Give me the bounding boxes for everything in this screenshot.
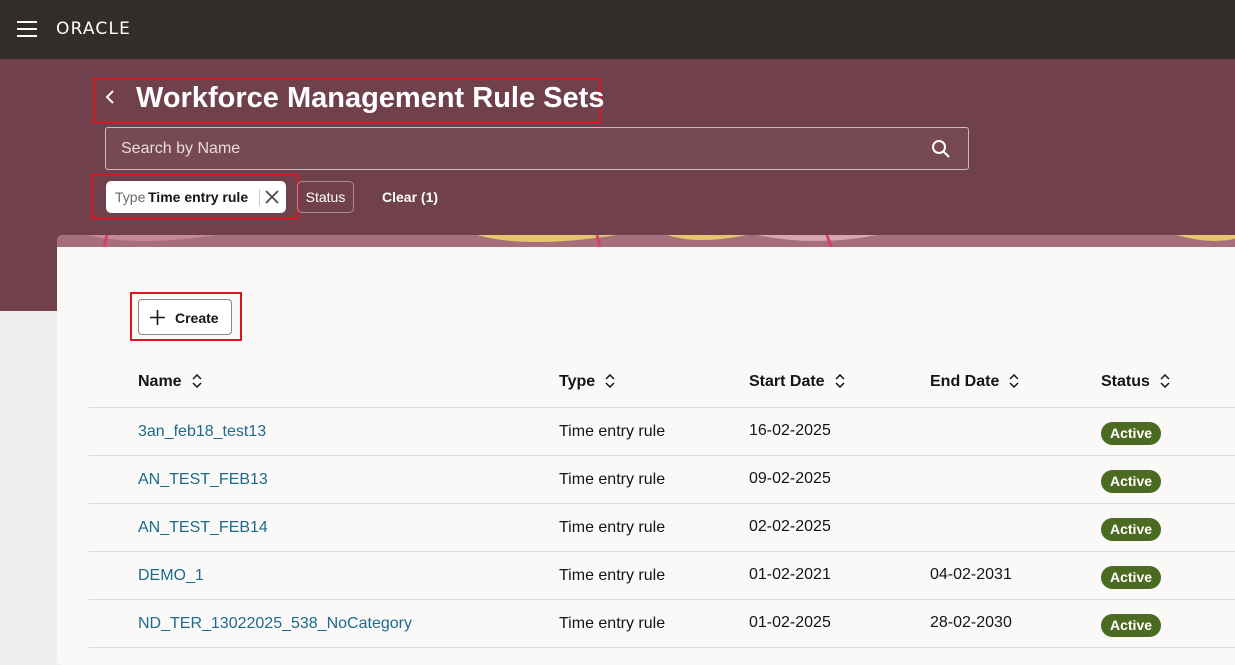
status-badge: Active [1101,518,1162,541]
create-button-label: Create [175,310,219,326]
status-filter-button[interactable]: Status [297,181,354,213]
column-header-start-date[interactable]: Start Date [749,372,845,392]
start-date-cell: 02-02-2025 [749,518,831,535]
type-cell: Time entry rule [559,423,666,440]
sort-icon [1160,374,1170,388]
search-box [105,127,969,170]
rule-set-name-link[interactable]: DEMO_1 [138,566,204,586]
results-card: Create Name Type Start Date End Date Sta… [57,235,1235,665]
create-button[interactable]: Create [138,299,232,335]
start-date-cell: 09-02-2025 [749,470,831,487]
table-row[interactable]: ND_TER_13022025_538_NoCategory Time entr… [89,600,1235,648]
oracle-logo[interactable]: ORACLE [56,19,131,39]
status-badge: Active [1101,566,1162,589]
table-row[interactable]: AN_TEST_FEB13 Time entry rule 09-02-2025… [89,456,1235,504]
table-row[interactable]: AN_TEST_FEB14 Time entry rule 02-02-2025… [89,504,1235,552]
sort-icon [192,374,202,388]
status-badge: Active [1101,422,1162,445]
start-date-cell: 01-02-2021 [749,566,831,583]
rule-set-name-link[interactable]: 3an_feb18_test13 [138,422,266,442]
end-date-cell: 04-02-2031 [930,566,1012,583]
menu-icon[interactable] [17,21,37,37]
page-title: Workforce Management Rule Sets [136,82,605,114]
status-badge: Active [1101,614,1162,637]
column-header-status[interactable]: Status [1101,372,1170,392]
start-date-cell: 16-02-2025 [749,422,831,439]
table-row[interactable]: 3an_feb18_test13 Time entry rule 16-02-2… [89,408,1235,456]
search-input[interactable] [106,128,931,169]
type-filter-chip[interactable]: Type Time entry rule [106,181,286,213]
type-cell: Time entry rule [559,567,666,584]
column-header-name[interactable]: Name [138,372,202,392]
type-cell: Time entry rule [559,615,666,632]
rule-set-name-link[interactable]: AN_TEST_FEB13 [138,470,268,490]
close-icon[interactable] [263,188,281,206]
column-header-type[interactable]: Type [559,372,615,392]
status-badge: Active [1101,470,1162,493]
table-row[interactable]: DEMO_1 Time entry rule 01-02-2021 04-02-… [89,552,1235,600]
type-cell: Time entry rule [559,519,666,536]
top-bar: ORACLE [0,0,1235,59]
chip-divider [259,189,260,206]
sort-icon [605,374,615,388]
column-header-end-date[interactable]: End Date [930,372,1019,392]
chip-type-label: Type [115,189,146,205]
plus-icon [150,310,165,325]
clear-filters-button[interactable]: Clear (1) [372,181,448,213]
search-icon[interactable] [931,139,951,159]
decorative-pattern [57,235,1235,247]
rule-set-name-link[interactable]: ND_TER_13022025_538_NoCategory [138,614,412,634]
sort-icon [835,374,845,388]
type-cell: Time entry rule [559,471,666,488]
end-date-cell: 28-02-2030 [930,614,1012,631]
start-date-cell: 01-02-2025 [749,614,831,631]
sort-icon [1009,374,1019,388]
rule-set-name-link[interactable]: AN_TEST_FEB14 [138,518,268,538]
back-arrow-icon[interactable] [99,86,121,108]
chip-type-value: Time entry rule [148,189,249,205]
